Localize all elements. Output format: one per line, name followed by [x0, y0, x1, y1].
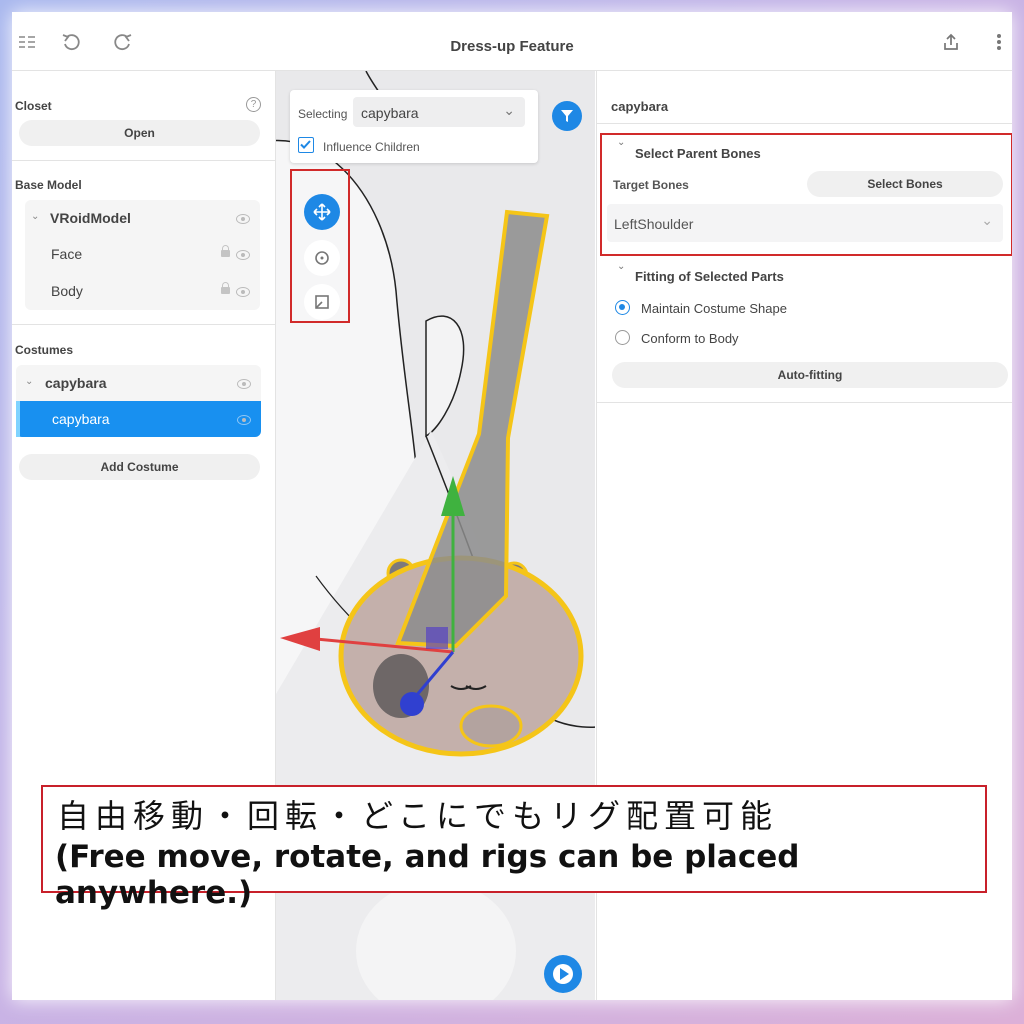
costumes-title: Costumes: [15, 343, 74, 357]
add-costume-button[interactable]: Add Costume: [19, 454, 260, 480]
share-icon[interactable]: [938, 29, 964, 55]
filter-button[interactable]: [552, 101, 582, 131]
radio-conform-body[interactable]: [615, 330, 630, 345]
costume-tree: ⌄ capybara capybara: [16, 365, 261, 437]
chevron-down-icon[interactable]: ⌄: [617, 261, 625, 272]
costume-name: capybara: [52, 411, 110, 427]
eye-icon[interactable]: [236, 214, 250, 224]
more-icon[interactable]: [986, 29, 1012, 55]
panel-title: capybara: [611, 99, 669, 114]
radio-label: Maintain Costume Shape: [641, 301, 787, 316]
app-window: Dress-up Feature Closet ? Open Base Mode…: [12, 12, 1012, 1000]
base-model-title: Base Model: [15, 178, 82, 192]
closet-title: Closet: [15, 99, 52, 113]
section-title-fitting: Fitting of Selected Parts: [635, 269, 784, 284]
eye-icon[interactable]: [236, 287, 250, 297]
divider: [12, 324, 275, 325]
page-title: Dress-up Feature: [450, 38, 574, 55]
chevron-down-icon: ⌄: [503, 102, 515, 118]
caption-japanese: 自由移動・回転・どこにでもリグ配置可能: [57, 797, 779, 835]
influence-children-checkbox[interactable]: [298, 137, 314, 153]
annotation-box-tools: [290, 169, 350, 323]
tree-item-label: Face: [51, 246, 83, 262]
auto-fitting-button[interactable]: Auto-fitting: [612, 362, 1008, 388]
costume-group-name: capybara: [45, 375, 107, 391]
radio-maintain-shape[interactable]: [615, 300, 630, 315]
tree-item-costume-group[interactable]: ⌄ capybara: [16, 365, 261, 401]
play-button[interactable]: [544, 955, 582, 993]
divider: [597, 123, 1012, 124]
base-model-tree: ⌄ VRoidModel Face Body: [25, 200, 260, 310]
divider: [12, 160, 275, 161]
selecting-label: Selecting: [298, 107, 348, 121]
lock-icon[interactable]: [221, 282, 230, 294]
tree-item-body[interactable]: Body: [25, 273, 260, 309]
help-icon[interactable]: ?: [246, 97, 261, 112]
tree-item-face[interactable]: Face: [25, 236, 260, 272]
selection-indicator: [16, 401, 20, 437]
play-icon: [553, 964, 573, 984]
lock-icon[interactable]: [221, 245, 230, 257]
chevron-down-icon[interactable]: ⌄: [31, 211, 39, 222]
filter-icon: [561, 110, 573, 122]
radio-label: Conform to Body: [641, 331, 739, 346]
tree-item-costume-selected[interactable]: capybara: [16, 401, 261, 437]
model-name: VRoidModel: [50, 210, 131, 226]
selecting-value: capybara: [361, 105, 419, 121]
influence-children-label: Influence Children: [323, 140, 420, 154]
tree-item-label: Body: [51, 283, 83, 299]
eye-icon[interactable]: [237, 379, 251, 389]
top-bar: Dress-up Feature: [12, 12, 1012, 71]
eye-icon[interactable]: [237, 415, 251, 425]
tree-item-vroidmodel[interactable]: ⌄ VRoidModel: [25, 200, 260, 236]
divider: [597, 402, 1012, 403]
chevron-down-icon[interactable]: ⌄: [25, 376, 33, 387]
open-closet-button[interactable]: Open: [19, 120, 260, 146]
annotation-box-parent-bones: [600, 133, 1012, 256]
selection-panel: Selecting capybara ⌄ Influence Children: [290, 90, 538, 163]
caption-english: (Free move, rotate, and rigs can be plac…: [55, 839, 800, 911]
caption-box: 自由移動・回転・どこにでもリグ配置可能 (Free move, rotate, …: [41, 785, 987, 911]
selecting-dropdown[interactable]: capybara ⌄: [353, 97, 525, 127]
eye-icon[interactable]: [236, 250, 250, 260]
